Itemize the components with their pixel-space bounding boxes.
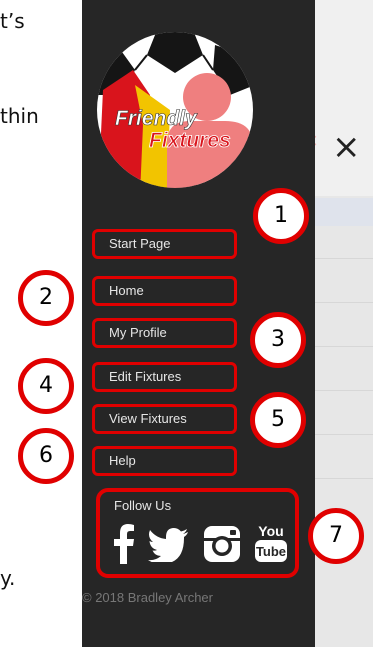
annotation-marker-6: 6	[18, 428, 74, 484]
nav-start-page[interactable]: Start Page	[92, 229, 237, 259]
nav-my-profile-label: My Profile	[109, 325, 167, 340]
nav-view-fixtures[interactable]: View Fixtures	[92, 404, 237, 434]
logo-text-friendly: Friendly	[115, 107, 198, 130]
copyright-text: © 2018 Bradley Archer	[82, 590, 213, 605]
close-menu-button[interactable]: ×	[332, 130, 361, 164]
background-highlight-row	[315, 198, 373, 226]
follow-us-label: Follow Us	[114, 498, 172, 513]
document-fragment: t’s	[0, 9, 25, 33]
nav-help-label: Help	[109, 453, 136, 468]
nav-home-label: Home	[109, 283, 144, 298]
annotation-marker-7: 7	[308, 508, 364, 564]
document-fragment: thin	[0, 104, 39, 128]
logo-text-fixtures: Fixtures	[149, 129, 231, 152]
background-row-divider	[315, 302, 373, 303]
background-row-divider	[315, 390, 373, 391]
annotation-marker-4: 4	[18, 358, 74, 414]
background-row-divider	[315, 478, 373, 479]
youtube-icon-text-you: You	[258, 523, 283, 539]
follow-us-section: Follow Us You Tube	[96, 488, 299, 578]
nav-my-profile[interactable]: My Profile	[92, 318, 237, 348]
annotation-marker-1: 1	[253, 188, 309, 244]
nav-edit-fixtures[interactable]: Edit Fixtures	[92, 362, 237, 392]
twitter-icon[interactable]	[148, 528, 188, 562]
facebook-icon[interactable]	[114, 524, 134, 564]
friendly-fixtures-logo: Friendly Fixtures	[97, 32, 253, 188]
background-row-divider	[315, 258, 373, 259]
document-fragment: y.	[0, 566, 16, 590]
annotation-marker-5: 5	[250, 392, 306, 448]
nav-view-fixtures-label: View Fixtures	[109, 411, 187, 426]
nav-help[interactable]: Help	[92, 446, 237, 476]
nav-start-page-label: Start Page	[109, 236, 171, 251]
youtube-icon-text-tube: Tube	[256, 544, 286, 559]
instagram-icon[interactable]	[204, 526, 240, 562]
annotation-marker-3: 3	[250, 312, 306, 368]
background-row-divider	[315, 434, 373, 435]
nav-home[interactable]: Home	[92, 276, 237, 306]
nav-edit-fixtures-label: Edit Fixtures	[109, 369, 182, 384]
youtube-icon[interactable]: You Tube	[255, 522, 287, 564]
annotation-marker-2: 2	[18, 270, 74, 326]
background-row-divider	[315, 346, 373, 347]
